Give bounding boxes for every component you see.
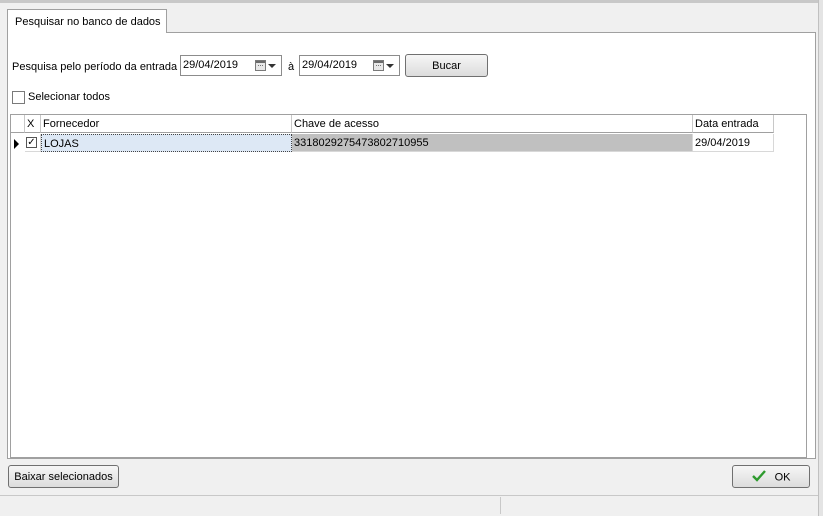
status-divider	[500, 497, 501, 514]
select-all-label[interactable]: Selecionar todos	[28, 91, 110, 103]
status-bar	[0, 495, 823, 516]
tab-label: Pesquisar no banco de dados	[15, 16, 161, 28]
calendar-icon[interactable]	[373, 60, 384, 71]
tab-pesquisar[interactable]: Pesquisar no banco de dados	[7, 9, 167, 33]
header-fornecedor[interactable]: Fornecedor	[41, 115, 292, 133]
row-checkbox-cell[interactable]: ✓	[25, 134, 41, 152]
chevron-down-icon[interactable]	[268, 64, 276, 68]
chevron-down-icon[interactable]	[386, 64, 394, 68]
download-selected-label: Baixar selecionados	[14, 471, 113, 483]
search-button-label: Bucar	[432, 60, 461, 72]
results-grid[interactable]: X Fornecedor Chave de acesso Data entrad…	[10, 114, 807, 458]
download-selected-button[interactable]: Baixar selecionados	[8, 465, 119, 488]
row-data-entrada[interactable]: 29/04/2019	[693, 134, 774, 152]
header-indicator-cell	[11, 115, 25, 133]
date-to-picker[interactable]: 29/04/2019	[299, 55, 400, 76]
calendar-icon[interactable]	[255, 60, 266, 71]
check-icon	[751, 470, 766, 485]
header-data-entrada[interactable]: Data entrada	[693, 115, 774, 133]
header-x[interactable]: X	[25, 115, 41, 133]
ok-button[interactable]: OK	[732, 465, 810, 488]
date-from-picker[interactable]: 29/04/2019	[180, 55, 282, 76]
row-indicator-icon	[14, 139, 19, 149]
date-to-value: 29/04/2019	[302, 59, 358, 71]
search-button[interactable]: Bucar	[405, 54, 488, 77]
table-row[interactable]: ✓ LOJAS 3318029275473802710955 29/04/201…	[11, 134, 774, 154]
date-from-value: 29/04/2019	[183, 59, 239, 71]
header-chave[interactable]: Chave de acesso	[292, 115, 693, 133]
period-label: Pesquisa pelo período da entrada	[12, 61, 178, 73]
window-top-edge	[0, 0, 823, 3]
window-right-edge	[818, 0, 823, 516]
row-chave[interactable]: 3318029275473802710955	[292, 134, 693, 152]
row-checkbox[interactable]: ✓	[26, 137, 37, 148]
date-separator: à	[288, 61, 295, 73]
row-fornecedor[interactable]: LOJAS	[41, 134, 292, 152]
ok-button-label: OK	[774, 471, 791, 484]
select-all-checkbox[interactable]	[12, 91, 25, 104]
